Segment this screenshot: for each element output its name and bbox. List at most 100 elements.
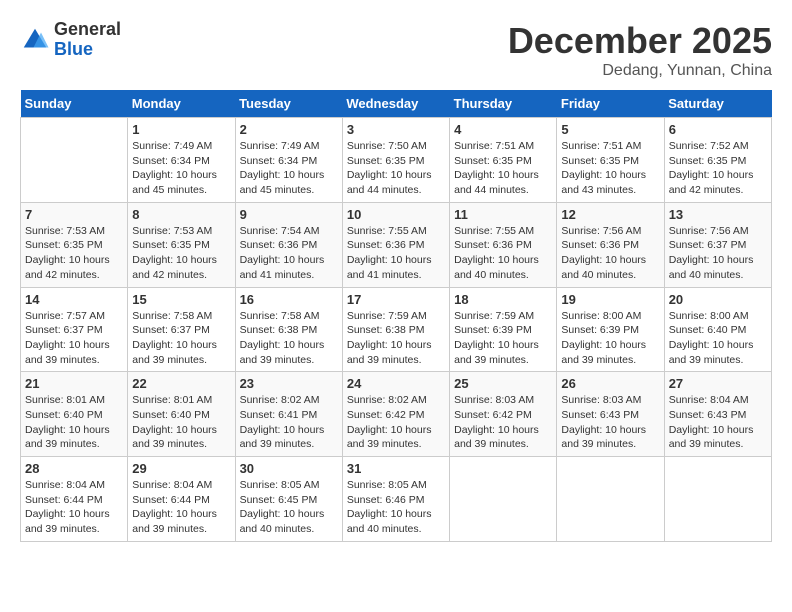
day-cell: 20 Sunrise: 8:00 AMSunset: 6:40 PMDaylig… [664, 287, 771, 372]
logo: General Blue [20, 20, 121, 60]
day-info: Sunrise: 8:02 AMSunset: 6:42 PMDaylight:… [347, 393, 445, 452]
header-row: Sunday Monday Tuesday Wednesday Thursday… [21, 90, 772, 118]
logo-text: General Blue [54, 20, 121, 60]
day-cell [557, 457, 664, 542]
col-monday: Monday [128, 90, 235, 118]
week-row-2: 7 Sunrise: 7:53 AMSunset: 6:35 PMDayligh… [21, 202, 772, 287]
day-info: Sunrise: 7:58 AMSunset: 6:38 PMDaylight:… [240, 309, 338, 368]
day-cell: 5 Sunrise: 7:51 AMSunset: 6:35 PMDayligh… [557, 118, 664, 203]
day-number: 25 [454, 376, 552, 391]
day-cell [21, 118, 128, 203]
day-cell: 30 Sunrise: 8:05 AMSunset: 6:45 PMDaylig… [235, 457, 342, 542]
day-info: Sunrise: 7:49 AMSunset: 6:34 PMDaylight:… [132, 139, 230, 198]
day-number: 28 [25, 461, 123, 476]
calendar-table: Sunday Monday Tuesday Wednesday Thursday… [20, 90, 772, 542]
day-number: 2 [240, 122, 338, 137]
day-info: Sunrise: 7:53 AMSunset: 6:35 PMDaylight:… [25, 224, 123, 283]
day-number: 24 [347, 376, 445, 391]
day-cell: 27 Sunrise: 8:04 AMSunset: 6:43 PMDaylig… [664, 372, 771, 457]
day-info: Sunrise: 7:56 AMSunset: 6:37 PMDaylight:… [669, 224, 767, 283]
location: Dedang, Yunnan, China [508, 62, 772, 80]
col-thursday: Thursday [450, 90, 557, 118]
day-info: Sunrise: 8:04 AMSunset: 6:44 PMDaylight:… [25, 478, 123, 537]
day-number: 12 [561, 207, 659, 222]
day-number: 30 [240, 461, 338, 476]
day-cell: 16 Sunrise: 7:58 AMSunset: 6:38 PMDaylig… [235, 287, 342, 372]
day-cell: 31 Sunrise: 8:05 AMSunset: 6:46 PMDaylig… [342, 457, 449, 542]
week-row-1: 1 Sunrise: 7:49 AMSunset: 6:34 PMDayligh… [21, 118, 772, 203]
day-number: 4 [454, 122, 552, 137]
day-info: Sunrise: 8:05 AMSunset: 6:45 PMDaylight:… [240, 478, 338, 537]
day-cell: 28 Sunrise: 8:04 AMSunset: 6:44 PMDaylig… [21, 457, 128, 542]
day-info: Sunrise: 8:01 AMSunset: 6:40 PMDaylight:… [25, 393, 123, 452]
day-info: Sunrise: 7:51 AMSunset: 6:35 PMDaylight:… [454, 139, 552, 198]
day-cell: 29 Sunrise: 8:04 AMSunset: 6:44 PMDaylig… [128, 457, 235, 542]
day-info: Sunrise: 7:56 AMSunset: 6:36 PMDaylight:… [561, 224, 659, 283]
day-cell [664, 457, 771, 542]
day-info: Sunrise: 8:00 AMSunset: 6:40 PMDaylight:… [669, 309, 767, 368]
day-number: 19 [561, 292, 659, 307]
day-cell: 7 Sunrise: 7:53 AMSunset: 6:35 PMDayligh… [21, 202, 128, 287]
day-number: 17 [347, 292, 445, 307]
day-number: 21 [25, 376, 123, 391]
day-cell: 6 Sunrise: 7:52 AMSunset: 6:35 PMDayligh… [664, 118, 771, 203]
logo-blue: Blue [54, 40, 121, 60]
day-cell: 1 Sunrise: 7:49 AMSunset: 6:34 PMDayligh… [128, 118, 235, 203]
day-number: 7 [25, 207, 123, 222]
logo-icon [20, 25, 50, 55]
day-cell: 10 Sunrise: 7:55 AMSunset: 6:36 PMDaylig… [342, 202, 449, 287]
col-tuesday: Tuesday [235, 90, 342, 118]
day-cell: 17 Sunrise: 7:59 AMSunset: 6:38 PMDaylig… [342, 287, 449, 372]
day-info: Sunrise: 7:55 AMSunset: 6:36 PMDaylight:… [454, 224, 552, 283]
day-number: 3 [347, 122, 445, 137]
col-wednesday: Wednesday [342, 90, 449, 118]
day-cell: 8 Sunrise: 7:53 AMSunset: 6:35 PMDayligh… [128, 202, 235, 287]
day-cell: 23 Sunrise: 8:02 AMSunset: 6:41 PMDaylig… [235, 372, 342, 457]
day-number: 1 [132, 122, 230, 137]
day-info: Sunrise: 8:04 AMSunset: 6:44 PMDaylight:… [132, 478, 230, 537]
day-number: 13 [669, 207, 767, 222]
day-info: Sunrise: 7:54 AMSunset: 6:36 PMDaylight:… [240, 224, 338, 283]
day-cell [450, 457, 557, 542]
day-info: Sunrise: 7:59 AMSunset: 6:39 PMDaylight:… [454, 309, 552, 368]
day-number: 18 [454, 292, 552, 307]
day-number: 16 [240, 292, 338, 307]
col-friday: Friday [557, 90, 664, 118]
day-cell: 12 Sunrise: 7:56 AMSunset: 6:36 PMDaylig… [557, 202, 664, 287]
col-saturday: Saturday [664, 90, 771, 118]
day-cell: 21 Sunrise: 8:01 AMSunset: 6:40 PMDaylig… [21, 372, 128, 457]
day-info: Sunrise: 8:03 AMSunset: 6:42 PMDaylight:… [454, 393, 552, 452]
day-info: Sunrise: 7:50 AMSunset: 6:35 PMDaylight:… [347, 139, 445, 198]
day-cell: 26 Sunrise: 8:03 AMSunset: 6:43 PMDaylig… [557, 372, 664, 457]
day-number: 22 [132, 376, 230, 391]
week-row-5: 28 Sunrise: 8:04 AMSunset: 6:44 PMDaylig… [21, 457, 772, 542]
day-cell: 18 Sunrise: 7:59 AMSunset: 6:39 PMDaylig… [450, 287, 557, 372]
day-cell: 11 Sunrise: 7:55 AMSunset: 6:36 PMDaylig… [450, 202, 557, 287]
day-cell: 13 Sunrise: 7:56 AMSunset: 6:37 PMDaylig… [664, 202, 771, 287]
day-info: Sunrise: 7:59 AMSunset: 6:38 PMDaylight:… [347, 309, 445, 368]
day-number: 5 [561, 122, 659, 137]
day-number: 20 [669, 292, 767, 307]
day-number: 8 [132, 207, 230, 222]
col-sunday: Sunday [21, 90, 128, 118]
day-number: 10 [347, 207, 445, 222]
day-info: Sunrise: 7:51 AMSunset: 6:35 PMDaylight:… [561, 139, 659, 198]
logo-general: General [54, 20, 121, 40]
day-number: 29 [132, 461, 230, 476]
day-info: Sunrise: 7:52 AMSunset: 6:35 PMDaylight:… [669, 139, 767, 198]
day-number: 15 [132, 292, 230, 307]
day-info: Sunrise: 8:00 AMSunset: 6:39 PMDaylight:… [561, 309, 659, 368]
day-info: Sunrise: 8:03 AMSunset: 6:43 PMDaylight:… [561, 393, 659, 452]
day-info: Sunrise: 8:04 AMSunset: 6:43 PMDaylight:… [669, 393, 767, 452]
day-number: 11 [454, 207, 552, 222]
day-number: 9 [240, 207, 338, 222]
month-title: December 2025 [508, 20, 772, 62]
day-info: Sunrise: 7:55 AMSunset: 6:36 PMDaylight:… [347, 224, 445, 283]
day-cell: 2 Sunrise: 7:49 AMSunset: 6:34 PMDayligh… [235, 118, 342, 203]
page-header: General Blue December 2025 Dedang, Yunna… [20, 20, 772, 80]
day-number: 27 [669, 376, 767, 391]
day-number: 26 [561, 376, 659, 391]
day-cell: 19 Sunrise: 8:00 AMSunset: 6:39 PMDaylig… [557, 287, 664, 372]
day-number: 23 [240, 376, 338, 391]
day-number: 14 [25, 292, 123, 307]
